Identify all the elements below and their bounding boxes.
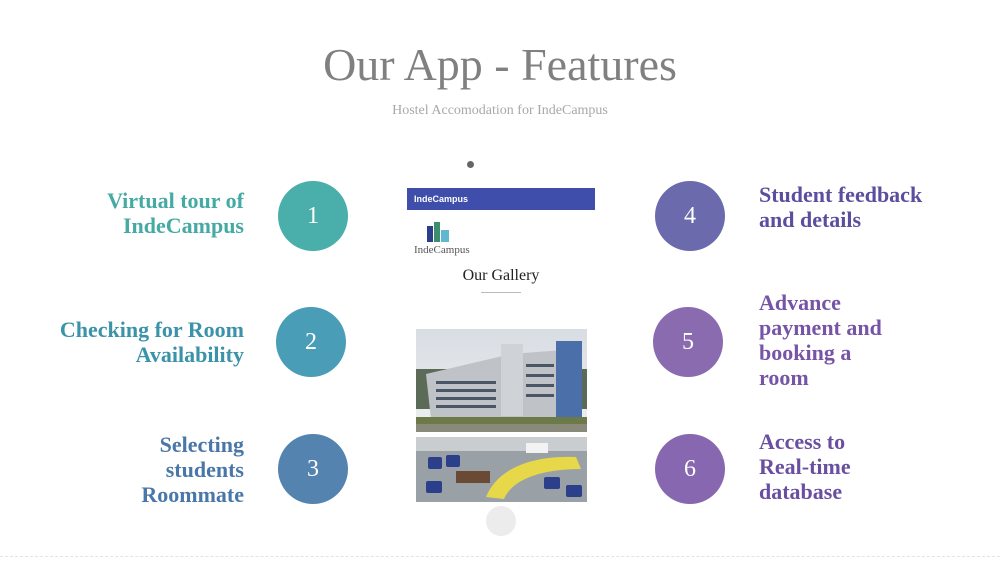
phone-home-button[interactable] — [486, 506, 516, 536]
feature-4-line: and details — [759, 207, 862, 232]
feature-3-number: 3 — [307, 455, 319, 482]
feature-5-line: booking a — [759, 340, 852, 365]
feature-5-line: Advance — [759, 290, 841, 315]
feature-2-line: Availability — [135, 342, 244, 367]
feature-3-label: Selecting students Roommate — [40, 432, 244, 507]
feature-6-line: Access to — [759, 429, 846, 454]
gallery-underline — [481, 292, 521, 293]
feature-5-line: room — [759, 365, 809, 390]
feature-2-number: 2 — [305, 328, 317, 355]
feature-3-line: Roommate — [141, 482, 244, 507]
gallery-photo-lounge[interactable] — [416, 437, 587, 502]
indecampus-logo-icon — [427, 222, 449, 242]
feature-1-number: 1 — [307, 202, 319, 229]
feature-6-label: Access to Real-time database — [759, 429, 989, 504]
feature-4-number: 4 — [684, 202, 696, 229]
logo-text: IndeCampus — [414, 244, 470, 256]
feature-6-line: database — [759, 479, 843, 504]
slide-subtitle: Hostel Accomodation for IndeCampus — [392, 103, 608, 118]
feature-5-label: Advance payment and booking a room — [759, 290, 989, 390]
app-logo[interactable]: IndeCampus — [414, 220, 478, 260]
phone-camera — [467, 161, 474, 168]
feature-3-line: Selecting — [159, 432, 244, 457]
slide-bottom-divider — [0, 556, 1000, 557]
feature-4-line: Student feedback — [759, 182, 923, 207]
feature-1-circle: 1 — [278, 181, 348, 251]
feature-5-line: payment and — [759, 315, 882, 340]
slide-title: Our App - Features — [323, 39, 677, 90]
feature-2-circle: 2 — [276, 307, 346, 377]
gallery-photo-building[interactable] — [416, 329, 587, 432]
feature-4-label: Student feedback and details — [759, 182, 989, 232]
feature-3-line: students — [165, 457, 244, 482]
app-bar-title: IndeCampus — [414, 194, 469, 204]
gallery-title: Our Gallery — [462, 267, 540, 284]
feature-4-circle: 4 — [655, 181, 725, 251]
feature-6-line: Real-time — [759, 454, 851, 479]
feature-1-line: IndeCampus — [122, 213, 244, 238]
app-bar: IndeCampus — [407, 188, 595, 210]
hostel-building-photo — [416, 329, 587, 432]
feature-2-line: Checking for Room — [59, 317, 244, 342]
feature-5-circle: 5 — [653, 307, 723, 377]
feature-1-label: Virtual tour of IndeCampus — [40, 188, 244, 238]
feature-3-circle: 3 — [278, 434, 348, 504]
lounge-seating-photo — [416, 437, 587, 502]
feature-6-circle: 6 — [655, 434, 725, 504]
feature-1-line: Virtual tour of — [107, 188, 244, 213]
feature-2-label: Checking for Room Availability — [20, 317, 244, 367]
feature-6-number: 6 — [684, 455, 696, 482]
feature-5-number: 5 — [682, 328, 694, 355]
